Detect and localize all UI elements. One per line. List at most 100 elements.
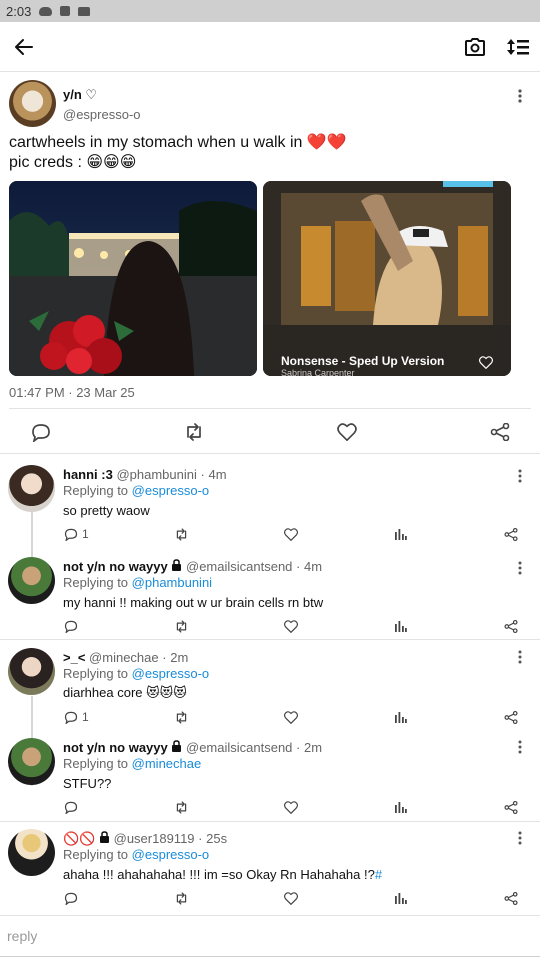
heart-icon[interactable] xyxy=(336,422,358,442)
more-vertical-icon[interactable] xyxy=(510,829,530,847)
reply-comment-button[interactable]: 1 xyxy=(64,706,89,728)
camera-icon[interactable] xyxy=(462,34,488,60)
post-action-bar xyxy=(0,410,540,454)
reply-separator: · xyxy=(198,831,203,846)
more-vertical-icon[interactable] xyxy=(510,86,530,106)
retweet-icon[interactable] xyxy=(183,422,205,442)
avatar[interactable] xyxy=(8,648,55,695)
divider xyxy=(0,453,540,454)
heart-icon[interactable] xyxy=(284,615,298,637)
reply-item[interactable]: hanni :3 @phambunini · 4m Replying to @e… xyxy=(0,455,540,601)
hashtag-link[interactable]: # xyxy=(375,867,382,882)
replying-to-link[interactable]: @phambunini xyxy=(132,575,212,590)
lock-icon xyxy=(100,831,109,843)
replying-to-link[interactable]: @minechae xyxy=(132,756,202,771)
comment-icon[interactable] xyxy=(64,615,78,637)
post-author-name[interactable]: y/n ♡ xyxy=(63,87,97,103)
stats-icon[interactable] xyxy=(394,523,407,545)
reply-header: >_< @minechae · 2m xyxy=(63,650,188,665)
sort-icon[interactable] xyxy=(504,34,532,60)
reply-text: my hanni !! making out w ur brain cells … xyxy=(63,595,324,610)
avatar[interactable] xyxy=(8,829,55,876)
heart-icon[interactable] xyxy=(284,706,298,728)
reply-author-handle[interactable]: @emailsicantsend xyxy=(186,740,292,755)
replying-to-label: Replying to xyxy=(63,575,132,590)
replying-to-line: Replying to @minechae xyxy=(63,756,201,771)
share-icon[interactable] xyxy=(504,887,518,909)
reply-separator: · xyxy=(296,740,301,755)
avatar[interactable] xyxy=(9,80,56,127)
post-text-line-1: cartwheels in my stomach when u walk in … xyxy=(9,134,347,151)
avatar[interactable] xyxy=(8,557,55,604)
reply-author-handle[interactable]: @minechae xyxy=(89,650,159,665)
back-arrow-icon[interactable] xyxy=(10,34,38,60)
reply-author-name[interactable]: not y/n no wayyy xyxy=(63,559,168,574)
reply-text: STFU?? xyxy=(63,776,112,791)
reply-time: 2m xyxy=(304,740,323,755)
reply-author-name[interactable]: not y/n no wayyy xyxy=(63,740,168,755)
retweet-icon[interactable] xyxy=(174,615,189,637)
gamepad-icon xyxy=(39,6,53,16)
reply-input[interactable] xyxy=(0,916,540,956)
more-vertical-icon[interactable] xyxy=(510,467,530,485)
stats-icon[interactable] xyxy=(394,796,407,818)
status-time: 2:03 xyxy=(6,3,32,19)
share-icon[interactable] xyxy=(504,615,518,637)
reply-text: ahaha !!! ahahahaha! !!! im =so Okay Rn … xyxy=(63,867,375,882)
share-icon[interactable] xyxy=(489,422,511,442)
lock-icon xyxy=(172,559,182,571)
replying-to-label: Replying to xyxy=(63,847,132,862)
reply-item[interactable]: >_< @minechae · 2m Replying to @espresso… xyxy=(0,640,540,786)
more-vertical-icon[interactable] xyxy=(510,738,530,756)
reply-author-handle[interactable]: @emailsicantsend xyxy=(186,559,292,574)
reply-header: 🚫🚫 @user189119 · 25s xyxy=(63,831,227,847)
share-icon[interactable] xyxy=(504,796,518,818)
comment-icon[interactable] xyxy=(64,796,78,818)
reply-author-handle[interactable]: @phambunini xyxy=(116,467,196,482)
more-vertical-icon[interactable] xyxy=(510,559,530,577)
reply-composer xyxy=(0,915,540,957)
reply-count: 1 xyxy=(82,710,89,724)
stats-icon[interactable] xyxy=(394,706,407,728)
app-notification-icon xyxy=(60,6,71,16)
replying-to-link[interactable]: @espresso-o xyxy=(132,847,210,862)
retweet-icon[interactable] xyxy=(174,706,189,728)
more-vertical-icon[interactable] xyxy=(510,648,530,666)
stats-icon[interactable] xyxy=(394,615,407,637)
reply-header: hanni :3 @phambunini · 4m xyxy=(63,467,227,482)
reply-header: not y/n no wayyy @emailsicantsend · 2m xyxy=(63,740,322,755)
reply-author-name[interactable]: >_< xyxy=(63,650,85,665)
avatar[interactable] xyxy=(8,738,55,785)
reply-author-name[interactable]: 🚫🚫 xyxy=(63,831,95,846)
reply-author-handle[interactable]: @user189119 xyxy=(114,831,195,846)
replying-to-link[interactable]: @espresso-o xyxy=(132,666,210,681)
post-image-night-terrace[interactable] xyxy=(9,181,257,376)
heart-icon[interactable] xyxy=(284,796,298,818)
share-icon[interactable] xyxy=(504,706,518,728)
reply-item[interactable]: 🚫🚫 @user189119 · 25s Replying to @espres… xyxy=(0,822,540,914)
comment-icon[interactable] xyxy=(30,422,52,442)
reply-action-bar xyxy=(60,615,530,637)
reply-item[interactable]: not y/n no wayyy @emailsicantsend · 2m R… xyxy=(0,732,540,824)
reply-time: 4m xyxy=(208,467,227,482)
reply-count: 1 xyxy=(82,527,89,541)
avatar[interactable] xyxy=(8,465,55,512)
post-author-handle[interactable]: @espresso-o xyxy=(63,107,141,122)
reply-author-name[interactable]: hanni :3 xyxy=(63,467,113,482)
reply-action-bar xyxy=(60,796,530,818)
replying-to-line: Replying to @espresso-o xyxy=(63,666,209,681)
replying-to-link[interactable]: @espresso-o xyxy=(132,483,210,498)
heart-icon[interactable] xyxy=(284,523,298,545)
replying-to-line: Replying to @espresso-o xyxy=(63,847,209,862)
reply-comment-button[interactable]: 1 xyxy=(64,523,89,545)
stats-icon[interactable] xyxy=(394,887,407,909)
post-song-card[interactable]: Nonsense - Sped Up Version Sabrina Carpe… xyxy=(263,181,511,376)
heart-icon[interactable] xyxy=(284,887,298,909)
share-icon[interactable] xyxy=(504,523,518,545)
reply-item[interactable]: not y/n no wayyy @emailsicantsend · 4m R… xyxy=(0,547,540,639)
heart-icon[interactable] xyxy=(479,356,493,374)
retweet-icon[interactable] xyxy=(174,523,189,545)
retweet-icon[interactable] xyxy=(174,887,189,909)
comment-icon[interactable] xyxy=(64,887,78,909)
retweet-icon[interactable] xyxy=(174,796,189,818)
